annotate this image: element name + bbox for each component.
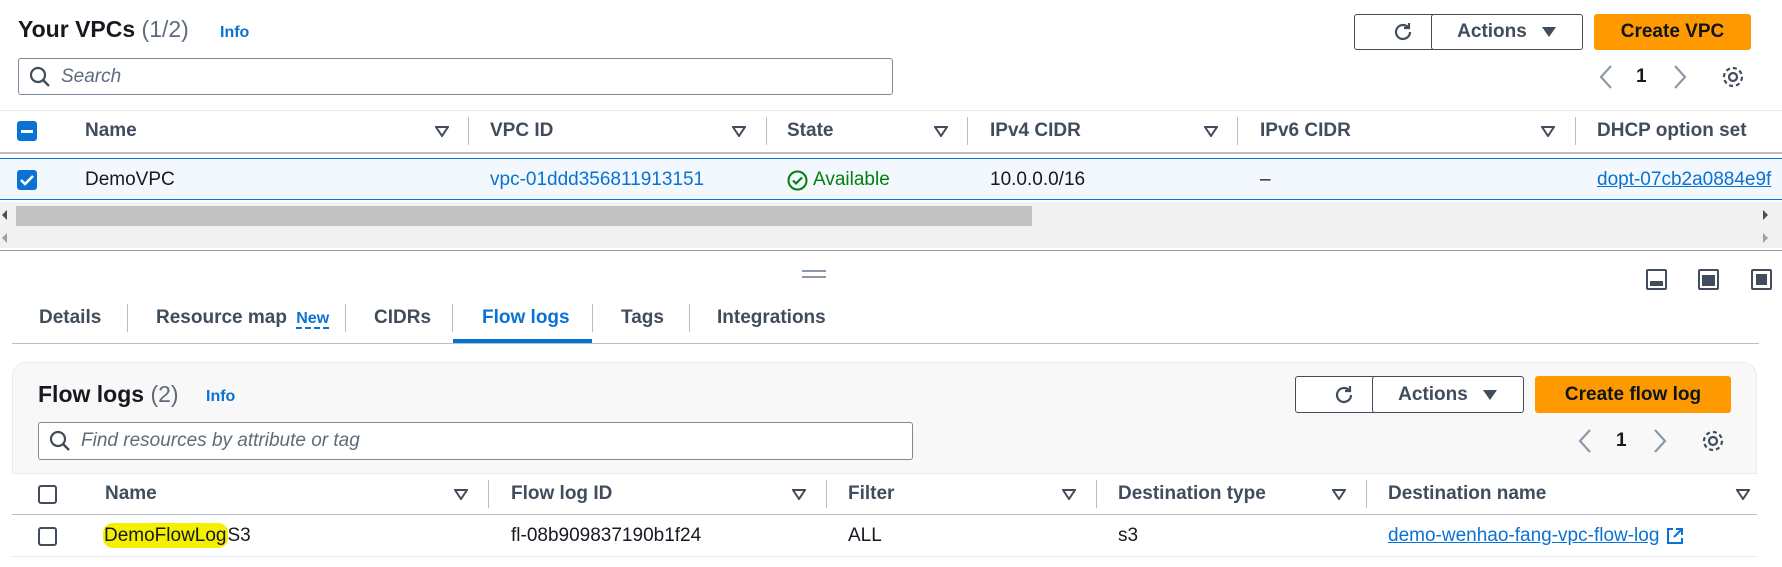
tab-details[interactable]: Details	[39, 307, 101, 329]
dhcp-option-set-link[interactable]: dopt-07cb2a0884e9f	[1597, 169, 1782, 191]
sort-caret-icon[interactable]	[454, 489, 468, 500]
flow-logs-title-text: Flow logs	[38, 381, 145, 407]
vpc-ipv4-cidr: 10.0.0.0/16	[990, 169, 1086, 190]
flow-logs-select-all-checkbox[interactable]	[38, 485, 57, 504]
col-header-ipv4-cidr[interactable]: IPv4 CIDR	[990, 120, 1081, 142]
flow-log-destination-link[interactable]: demo-wenhao-fang-vpc-flow-log	[1388, 525, 1685, 547]
flow-log-name: DemoFlowLogS3	[103, 523, 251, 548]
chevron-right-icon[interactable]	[1652, 428, 1668, 454]
drag-handle-icon[interactable]	[802, 270, 826, 278]
flow-log-row-checkbox[interactable]	[38, 527, 57, 546]
vpcs-actions-button[interactable]: Actions	[1431, 14, 1583, 50]
col-header-destination-type[interactable]: Destination type	[1118, 483, 1266, 505]
scroll-right-arrow-icon[interactable]	[1763, 210, 1768, 220]
settings-gear-icon[interactable]	[1720, 64, 1746, 90]
create-flow-log-label: Create flow log	[1564, 383, 1702, 405]
flow-log-filter: ALL	[848, 525, 882, 546]
vpcs-table-header	[0, 110, 1782, 154]
chevron-left-icon[interactable]	[1577, 428, 1593, 454]
col-header-dhcp-option-set[interactable]: DHCP option set	[1597, 120, 1747, 142]
flow-log-destination-name[interactable]: demo-wenhao-fang-vpc-flow-log	[1388, 525, 1659, 547]
tab-flow-logs[interactable]: Flow logs	[482, 307, 570, 329]
row-checkbox[interactable]	[17, 170, 37, 190]
sort-caret-icon[interactable]	[1062, 489, 1076, 500]
flow-log-id: fl-08b909837190b1f24	[511, 525, 702, 546]
sort-caret-icon[interactable]	[732, 126, 746, 137]
sort-caret-icon[interactable]	[1332, 489, 1346, 500]
col-header-name[interactable]: Name	[105, 483, 157, 505]
caret-down-icon	[1541, 27, 1556, 37]
flow-logs-count: (2)	[150, 381, 179, 407]
vpcs-title-text: Your VPCs	[18, 16, 136, 42]
flow-log-destination-type: s3	[1118, 525, 1139, 546]
tab-integrations[interactable]: Integrations	[717, 307, 826, 329]
panel-side-icon[interactable]	[1698, 269, 1719, 290]
chevron-left-icon[interactable]	[1598, 64, 1614, 90]
chevron-right-icon[interactable]	[1672, 64, 1688, 90]
col-header-name[interactable]: Name	[85, 120, 137, 142]
vpc-state: Available	[787, 169, 890, 191]
flow-logs-page-number[interactable]: 1	[1616, 430, 1627, 452]
tab-resource-map-label: Resource map	[156, 307, 287, 328]
new-badge: New	[296, 310, 330, 329]
vpcs-search-placeholder: Search	[61, 65, 122, 87]
caret-down-icon	[1482, 389, 1497, 400]
sort-caret-icon[interactable]	[1736, 489, 1750, 500]
table-row[interactable]	[0, 158, 1782, 200]
search-icon	[49, 430, 70, 451]
tabs-divider	[12, 343, 1759, 344]
scroll-left-arrow-icon[interactable]	[2, 210, 7, 220]
col-header-destination-name[interactable]: Destination name	[1388, 483, 1546, 505]
vpcs-search-input[interactable]: Search	[18, 58, 893, 95]
vpcs-title: Your VPCs (1/2)	[18, 16, 189, 43]
external-link-icon	[1667, 528, 1684, 544]
refresh-icon	[1335, 385, 1353, 403]
tab-cidrs[interactable]: CIDRs	[374, 307, 431, 329]
refresh-icon	[1394, 23, 1412, 41]
flow-log-name-suffix: S3	[227, 525, 251, 546]
search-icon	[29, 66, 50, 87]
vpc-id-link[interactable]: vpc-01ddd356811913151	[490, 169, 704, 191]
flow-logs-title: Flow logs (2)	[38, 381, 179, 408]
panel-bottom-icon[interactable]	[1646, 269, 1667, 290]
check-circle-icon	[787, 170, 808, 190]
split-divider	[0, 250, 1782, 251]
sort-caret-icon[interactable]	[934, 126, 948, 137]
vpcs-info-link[interactable]: Info	[220, 24, 249, 42]
vpcs-count: (1/2)	[141, 16, 189, 42]
vpc-ipv6-cidr: –	[1260, 169, 1271, 190]
panel-full-icon[interactable]	[1751, 269, 1772, 290]
sort-caret-icon[interactable]	[1204, 126, 1218, 137]
col-header-ipv6-cidr[interactable]: IPv6 CIDR	[1260, 120, 1351, 142]
col-header-vpc-id[interactable]: VPC ID	[490, 120, 553, 142]
vpc-state-text: Available	[813, 169, 890, 190]
select-all-checkbox[interactable]	[17, 121, 37, 141]
flow-logs-actions-label: Actions	[1398, 383, 1468, 405]
create-vpc-label: Create VPC	[1620, 21, 1725, 42]
sort-caret-icon[interactable]	[792, 489, 806, 500]
sort-caret-icon[interactable]	[435, 126, 449, 137]
scroll-left-arrow-icon[interactable]	[2, 233, 7, 243]
vpc-name: DemoVPC	[85, 169, 175, 190]
highlight-mark: DemoFlowLog	[103, 523, 228, 548]
flow-logs-search-input[interactable]: Find resources by attribute or tag	[38, 422, 913, 460]
vpcs-page-number[interactable]: 1	[1636, 66, 1647, 88]
flow-logs-actions-button[interactable]: Actions	[1372, 376, 1524, 413]
vpcs-actions-label: Actions	[1457, 21, 1527, 42]
flow-logs-search-placeholder: Find resources by attribute or tag	[81, 430, 360, 451]
horizontal-scrollbar[interactable]	[0, 202, 1782, 248]
create-vpc-button[interactable]: Create VPC	[1594, 14, 1751, 50]
settings-gear-icon[interactable]	[1700, 428, 1726, 454]
col-header-state[interactable]: State	[787, 120, 833, 142]
create-flow-log-button[interactable]: Create flow log	[1535, 376, 1731, 413]
sort-caret-icon[interactable]	[1541, 126, 1555, 137]
tab-tags[interactable]: Tags	[621, 307, 664, 329]
scrollbar-thumb[interactable]	[16, 206, 1032, 226]
tab-resource-map[interactable]: Resource map New	[156, 307, 330, 329]
scroll-right-arrow-icon[interactable]	[1763, 233, 1768, 243]
col-header-flow-log-id[interactable]: Flow log ID	[511, 483, 612, 505]
col-header-filter[interactable]: Filter	[848, 483, 894, 505]
flow-logs-info-link[interactable]: Info	[206, 388, 235, 406]
